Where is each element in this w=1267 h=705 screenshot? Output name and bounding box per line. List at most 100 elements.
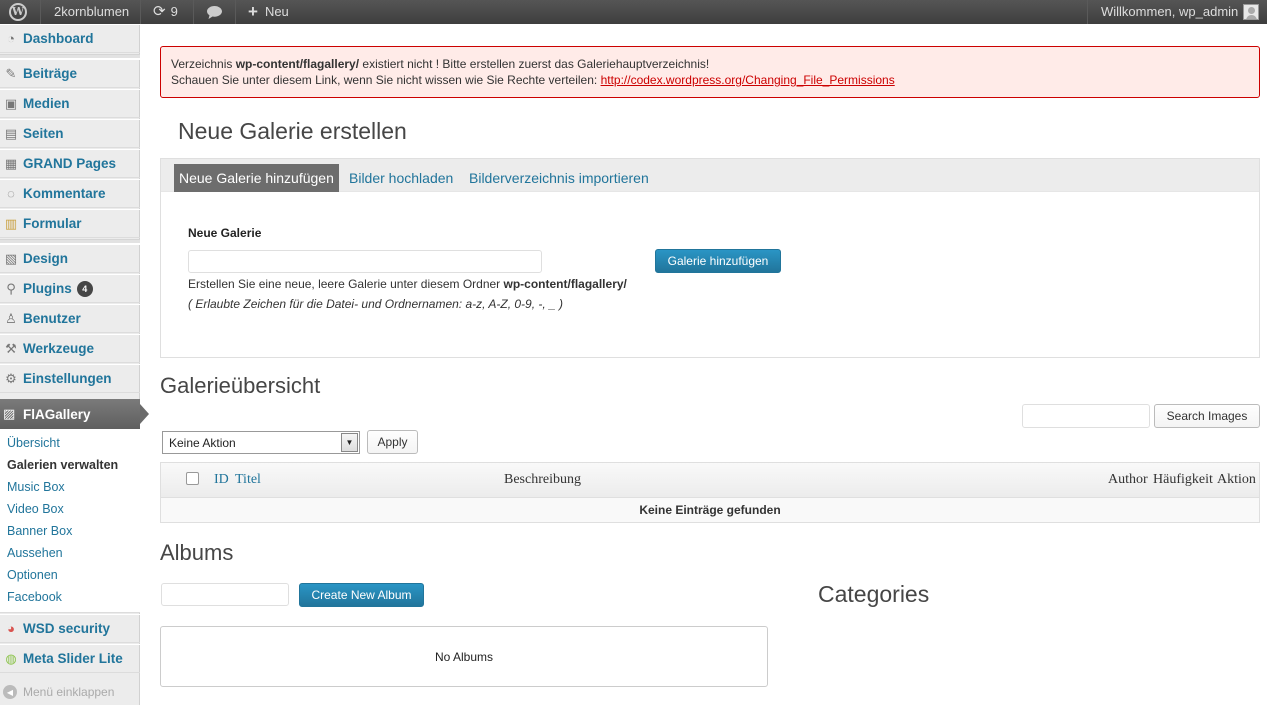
sidebar-item-label: Design: [23, 251, 69, 266]
comments-link[interactable]: [206, 0, 223, 24]
updates-count: 9: [170, 4, 178, 19]
tab-bar: Neue Galerie hinzufügen Bilder hochladen…: [161, 159, 1259, 192]
sidebar-item-form[interactable]: ▥ Formular: [0, 209, 140, 238]
security-icon: ◕: [7, 621, 15, 636]
new-gallery-label: Neue Galerie: [188, 226, 262, 240]
tools-icon: ⚒: [5, 340, 17, 356]
create-album-button[interactable]: Create New Album: [299, 583, 424, 607]
site-name-label: 2kornblumen: [54, 4, 130, 19]
error-notice: Verzeichnis wp-content/flagallery/ exist…: [160, 46, 1260, 98]
tab-add-gallery[interactable]: Neue Galerie hinzufügen: [174, 164, 339, 192]
apply-button[interactable]: Apply: [367, 430, 418, 454]
column-author: Author: [1108, 472, 1148, 487]
sidebar-item-label: Medien: [23, 96, 70, 111]
tab-import-directory[interactable]: Bilderverzeichnis importieren: [464, 164, 654, 192]
sidebar-item-wsd-security[interactable]: ◕ WSD security: [0, 614, 140, 643]
sidebar-item-grand-pages[interactable]: ▦ GRAND Pages: [0, 149, 140, 178]
codex-permissions-link[interactable]: http://codex.wordpress.org/Changing_File…: [601, 73, 895, 87]
grand-pages-icon: ▦: [4, 155, 18, 171]
column-title[interactable]: Titel: [235, 472, 261, 488]
sidebar-item-label: Werkzeuge: [23, 341, 95, 356]
collapse-label: Menü einklappen: [23, 685, 115, 699]
submenu-item-manage-galleries[interactable]: Galerien verwalten: [7, 458, 118, 472]
notice-text: Schauen Sie unter diesem Link, wenn Sie …: [171, 73, 601, 87]
sidebar-item-users[interactable]: ♙ Benutzer: [0, 304, 140, 333]
albums-list: No Albums: [160, 626, 768, 687]
updates-link[interactable]: ⟳ 9: [153, 0, 178, 24]
categories-title: Categories: [818, 581, 930, 607]
table-empty-row: Keine Einträge gefunden: [161, 498, 1259, 522]
bulk-action-value: Keine Aktion: [169, 436, 236, 450]
submenu-item-banner-box[interactable]: Banner Box: [7, 524, 72, 538]
submenu-item-music-box[interactable]: Music Box: [7, 480, 65, 494]
column-id[interactable]: ID: [214, 472, 229, 488]
sidebar-item-meta-slider[interactable]: ◍ Meta Slider Lite: [0, 644, 140, 673]
design-icon: ▧: [4, 250, 18, 266]
sidebar-item-label: WSD security: [23, 621, 111, 636]
select-all-checkbox[interactable]: [186, 472, 199, 485]
collapse-menu-button[interactable]: ◀ Menü einklappen: [0, 680, 140, 704]
gallery-table: ID Titel Beschreibung Author Häufigkeit …: [160, 462, 1260, 523]
sidebar-item-label: Beiträge: [23, 66, 78, 81]
submenu-item-overview[interactable]: Übersicht: [7, 436, 60, 450]
submenu-item-facebook[interactable]: Facebook: [7, 590, 62, 604]
sidebar-item-settings[interactable]: ⚙ Einstellungen: [0, 364, 140, 393]
notice-line-2: Schauen Sie unter diesem Link, wenn Sie …: [171, 72, 1249, 88]
sidebar-item-label: GRAND Pages: [23, 156, 117, 171]
collapse-arrow-icon: ◀: [3, 685, 17, 699]
admin-bar-divider: [140, 0, 141, 24]
sidebar-item-tools[interactable]: ⚒ Werkzeuge: [0, 334, 140, 363]
tab-upload-images[interactable]: Bilder hochladen: [344, 164, 458, 192]
sidebar-item-plugins[interactable]: ⚲ Plugins 4: [0, 274, 140, 303]
plugin-update-badge: 4: [76, 280, 93, 297]
column-action: Aktion: [1217, 472, 1256, 487]
new-gallery-panel: Neue Galerie hinzufügen Bilder hochladen…: [160, 158, 1260, 358]
sidebar-item-dashboard[interactable]: ◔ Dashboard: [0, 24, 140, 53]
notice-path: wp-content/flagallery/: [235, 57, 360, 71]
sidebar-item-label: FlAGallery: [23, 406, 91, 422]
slider-icon: ◍: [5, 650, 17, 666]
no-albums-message: No Albums: [434, 649, 494, 664]
sidebar-item-pages[interactable]: ▤ Seiten: [0, 119, 140, 148]
allowed-characters-hint: ( Erlaubte Zeichen für die Datei- und Or…: [188, 297, 564, 311]
sidebar-item-label: Dashboard: [23, 31, 94, 46]
pin-icon: ✎: [5, 65, 17, 81]
flagallery-submenu: Übersicht Galerien verwalten Music Box V…: [0, 429, 140, 613]
sidebar-item-label: Formular: [23, 216, 82, 231]
new-gallery-title: Neue Galerie erstellen: [178, 118, 407, 144]
my-account-link[interactable]: Willkommen, wp_admin: [1101, 0, 1260, 24]
plugin-icon: ⚲: [6, 280, 16, 296]
search-images-button[interactable]: Search Images: [1154, 404, 1260, 428]
gallery-overview-title: Galerieübersicht: [160, 373, 321, 398]
sidebar-item-media[interactable]: ▣ Medien: [0, 89, 140, 118]
new-gallery-hint: Erstellen Sie eine neue, leere Galerie u…: [188, 277, 627, 291]
sidebar-item-label: Seiten: [23, 126, 64, 141]
notice-text: existiert nicht ! Bitte erstellen zuerst…: [359, 57, 710, 71]
sidebar-item-label: Meta Slider Lite: [23, 651, 123, 666]
new-content-link[interactable]: + Neu: [248, 0, 289, 24]
avatar: [1243, 4, 1260, 20]
sidebar-item-flagallery[interactable]: ▨ FlAGallery: [0, 399, 149, 429]
submenu-item-video-box[interactable]: Video Box: [7, 502, 64, 516]
album-name-input[interactable]: [161, 583, 289, 606]
new-gallery-input[interactable]: [188, 250, 542, 273]
site-name-link[interactable]: 2kornblumen: [54, 0, 129, 24]
refresh-icon: ⟳: [153, 3, 166, 20]
sidebar-item-label: Einstellungen: [23, 371, 112, 386]
sidebar-item-design[interactable]: ▧ Design: [0, 244, 140, 273]
bulk-action-select[interactable]: Keine Aktion ▼: [162, 431, 360, 454]
dashboard-icon: ◔: [7, 31, 15, 46]
sidebar-item-comments[interactable]: ◌ Kommentare: [0, 179, 140, 208]
comment-bubble-icon: [207, 5, 222, 19]
submenu-item-appearance[interactable]: Aussehen: [7, 546, 63, 560]
search-images-input[interactable]: [1022, 404, 1150, 428]
add-gallery-button[interactable]: Galerie hinzufügen: [655, 249, 781, 273]
sidebar-item-posts[interactable]: ✎ Beiträge: [0, 59, 140, 88]
wordpress-logo-icon[interactable]: W: [9, 0, 27, 24]
submenu-item-options[interactable]: Optionen: [7, 568, 58, 582]
column-frequency: Häufigkeit: [1153, 472, 1213, 487]
new-label: Neu: [264, 4, 289, 19]
pages-icon: ▤: [4, 125, 18, 141]
admin-bar-divider: [235, 0, 236, 24]
admin-bar: W 2kornblumen ⟳ 9 + Neu Willkommen, wp_a…: [0, 0, 1267, 24]
